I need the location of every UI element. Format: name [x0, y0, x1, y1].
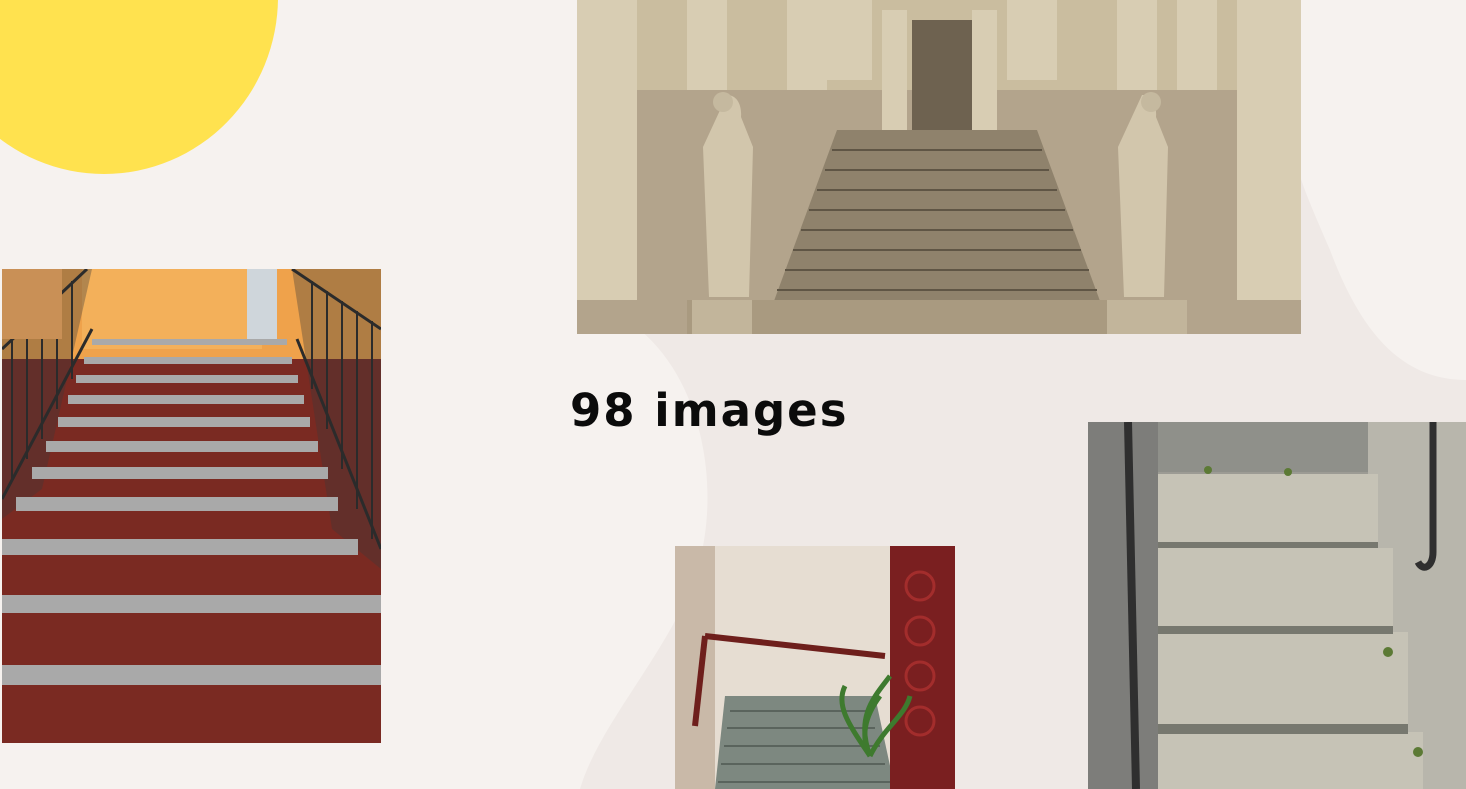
slide: 98 images: [0, 0, 1466, 789]
image-count-title: 98 images: [570, 384, 849, 437]
red-staircase-photo: [2, 269, 381, 743]
palace-staircase-statues-photo: [577, 0, 1301, 334]
stone-steps-railing-photo: [1088, 422, 1466, 789]
spiral-staircase-plant-photo: [675, 546, 955, 789]
